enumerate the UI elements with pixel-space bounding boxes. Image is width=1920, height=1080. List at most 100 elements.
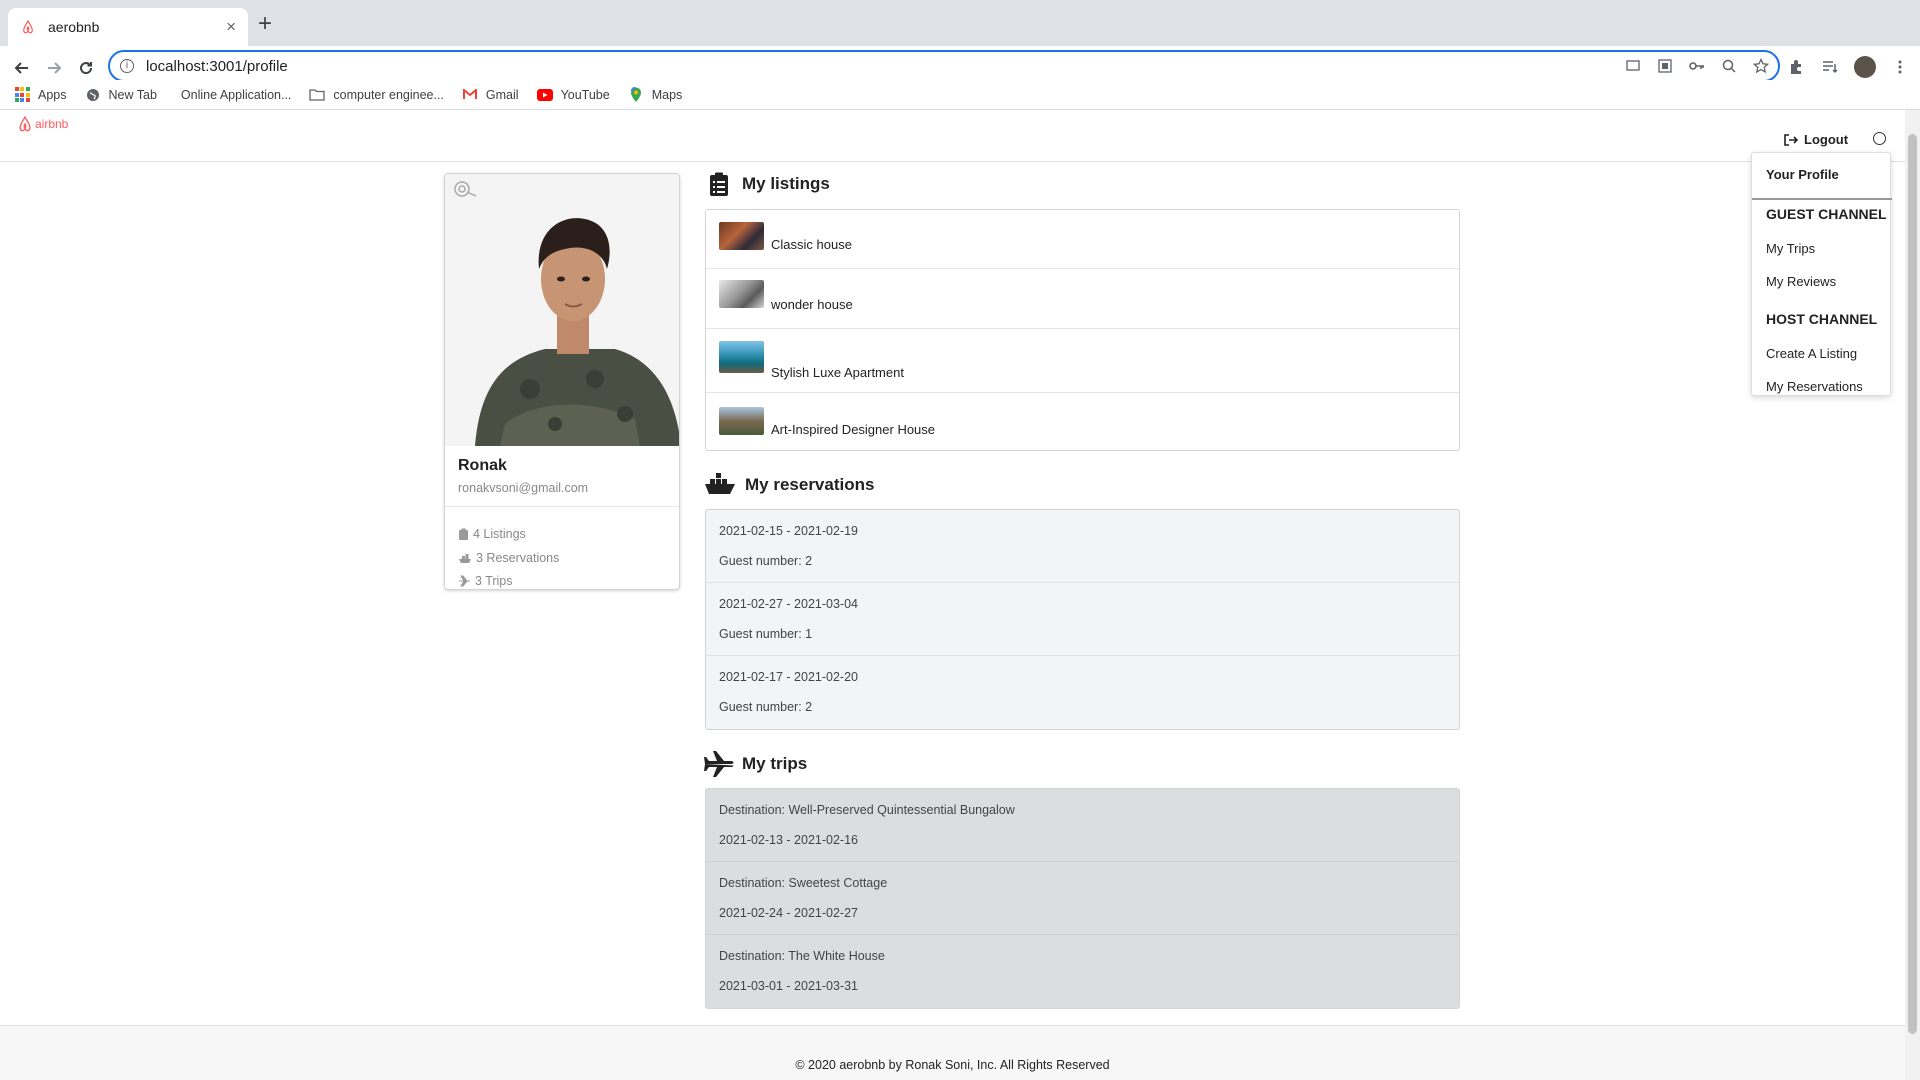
bookmark-label: Gmail — [485, 87, 519, 102]
new-tab-button[interactable]: + — [258, 12, 272, 36]
bookmark-apps[interactable]: Apps — [14, 87, 67, 103]
bookmark-label: Apps — [38, 87, 67, 102]
globe-icon — [85, 87, 101, 103]
bookmark-online-application[interactable]: Online Application... — [181, 88, 292, 102]
extensions-puzzle-icon[interactable] — [1786, 57, 1806, 77]
bookmark-label: YouTube — [560, 87, 610, 102]
listing-thumbnail — [719, 280, 764, 308]
bookmark-new-tab[interactable]: New Tab — [85, 87, 157, 103]
reservation-item[interactable]: 2021-02-15 - 2021-02-19 Guest number: 2 — [706, 510, 1459, 583]
listing-item[interactable]: wonder house — [706, 269, 1459, 329]
trip-destination: Destination: Well-Preserved Quintessenti… — [719, 803, 1015, 817]
ship-icon — [459, 553, 471, 563]
zoom-icon[interactable] — [1720, 57, 1738, 75]
trip-item[interactable]: Destination: The White House 2021-03-01 … — [706, 935, 1459, 1008]
browser-profile-avatar[interactable] — [1854, 56, 1876, 78]
reservation-guests: Guest number: 2 — [719, 554, 813, 568]
menu-header-host-channel: HOST CHANNEL — [1766, 311, 1878, 327]
user-circle-icon[interactable] — [1873, 132, 1886, 145]
listing-thumbnail — [719, 341, 764, 373]
logo-text: airbnb — [35, 117, 69, 131]
forward-arrow-icon[interactable] — [44, 58, 64, 78]
trip-dates: 2021-02-13 - 2021-02-16 — [719, 833, 858, 847]
profile-photo — [445, 174, 679, 446]
back-arrow-icon[interactable] — [12, 58, 32, 78]
youtube-icon — [536, 87, 553, 103]
airbnb-logo[interactable]: airbnb — [18, 116, 68, 132]
reading-list-icon[interactable] — [1820, 57, 1840, 77]
reservation-item[interactable]: 2021-02-27 - 2021-03-04 Guest number: 1 — [706, 583, 1459, 656]
listing-name: wonder house — [771, 297, 853, 312]
folder-icon — [309, 87, 326, 103]
my-trips-title: My trips — [742, 754, 808, 773]
bookmark-maps[interactable]: Maps — [628, 86, 682, 103]
reservations-stat-text: 3 Reservations — [476, 551, 560, 565]
profile-card: Ronak ronakvsoni@gmail.com 4 Listings 3 … — [444, 173, 680, 590]
trips-stat: 3 Trips — [458, 574, 513, 588]
listing-name: Stylish Luxe Apartment — [771, 365, 904, 380]
trip-dates: 2021-02-24 - 2021-02-27 — [719, 906, 858, 920]
airplane-icon — [704, 751, 734, 777]
bookmark-star-icon[interactable] — [1752, 57, 1770, 75]
key-icon[interactable] — [1688, 57, 1706, 75]
bookmark-label: New Tab — [108, 87, 157, 102]
browser-menu-icon[interactable] — [1890, 57, 1910, 77]
browser-tab[interactable]: aerobnb × — [8, 8, 248, 46]
my-listings-title: My listings — [742, 174, 830, 193]
listings-list: Classic house wonder house Stylish Luxe … — [705, 209, 1460, 451]
card-divider — [445, 506, 679, 507]
plane-icon — [459, 575, 470, 587]
logout-button[interactable]: Logout — [1784, 132, 1848, 147]
listing-item[interactable]: Art-Inspired Designer House — [706, 393, 1459, 451]
reservations-list: 2021-02-15 - 2021-02-19 Guest number: 2 … — [705, 509, 1460, 730]
profile-name: Ronak — [458, 457, 507, 474]
ship-icon — [705, 473, 735, 494]
tab-close-icon[interactable]: × — [226, 17, 236, 37]
apps-grid-icon — [14, 87, 30, 103]
profile-dropdown-menu: Your Profile GUEST CHANNEL My Trips My R… — [1751, 152, 1892, 396]
page-scrollbar[interactable] — [1905, 110, 1920, 1080]
site-footer: © 2020 aerobnb by Ronak Soni, Inc. All R… — [0, 1025, 1905, 1080]
trips-stat-text: 3 Trips — [475, 574, 513, 588]
page-content: airbnb Logout Your Profile GUEST CHANNEL… — [0, 110, 1905, 1080]
listing-name: Art-Inspired Designer House — [771, 422, 936, 437]
reservation-item[interactable]: 2021-02-17 - 2021-02-20 Guest number: 2 — [706, 656, 1459, 729]
bookmark-youtube[interactable]: YouTube — [536, 87, 610, 103]
scrollbar-thumb[interactable] — [1908, 134, 1917, 1034]
maps-icon — [628, 86, 644, 103]
browser-tab-strip: aerobnb × + — [0, 0, 1920, 46]
trip-dates: 2021-03-01 - 2021-03-31 — [719, 979, 858, 993]
clipboard-icon — [459, 528, 468, 540]
footer-copyright: © 2020 aerobnb by Ronak Soni, Inc. All R… — [795, 1058, 1110, 1072]
reload-icon[interactable] — [76, 58, 96, 78]
gmail-icon — [462, 87, 478, 103]
logout-label: Logout — [1804, 132, 1849, 147]
site-header: airbnb Logout — [0, 110, 1905, 162]
menu-item-my-reviews[interactable]: My Reviews — [1766, 274, 1836, 289]
reservation-dates: 2021-02-17 - 2021-02-20 — [719, 670, 858, 684]
logout-icon — [1784, 133, 1798, 146]
site-info-icon[interactable]: i — [120, 59, 134, 73]
reservation-guests: Guest number: 1 — [719, 627, 813, 641]
camera-logo-icon — [454, 181, 477, 197]
address-bar[interactable]: i localhost:3001/profile — [108, 50, 1780, 82]
trip-destination: Destination: Sweetest Cottage — [719, 876, 888, 890]
qr-code-icon[interactable] — [1656, 57, 1674, 75]
menu-item-my-trips[interactable]: My Trips — [1766, 241, 1815, 256]
trip-item[interactable]: Destination: Well-Preserved Quintessenti… — [706, 789, 1459, 862]
listing-item[interactable]: Stylish Luxe Apartment — [706, 329, 1459, 393]
bookmark-gmail[interactable]: Gmail — [462, 87, 519, 103]
trips-list: Destination: Well-Preserved Quintessenti… — [705, 788, 1460, 1009]
listings-stat: 4 Listings — [458, 527, 526, 541]
my-reservations-title: My reservations — [745, 475, 875, 494]
menu-item-your-profile[interactable]: Your Profile — [1766, 167, 1839, 182]
listing-item[interactable]: Classic house — [706, 210, 1459, 269]
menu-item-my-reservations[interactable]: My Reservations — [1766, 379, 1863, 394]
tab-title: aerobnb — [48, 19, 100, 35]
menu-item-create-listing[interactable]: Create A Listing — [1766, 346, 1857, 361]
bookmark-computer-engineering[interactable]: computer enginee... — [309, 87, 444, 103]
cast-icon[interactable] — [1624, 57, 1642, 75]
menu-header-guest-channel: GUEST CHANNEL — [1766, 206, 1887, 222]
trip-item[interactable]: Destination: Sweetest Cottage 2021-02-24… — [706, 862, 1459, 935]
menu-divider — [1752, 198, 1892, 200]
